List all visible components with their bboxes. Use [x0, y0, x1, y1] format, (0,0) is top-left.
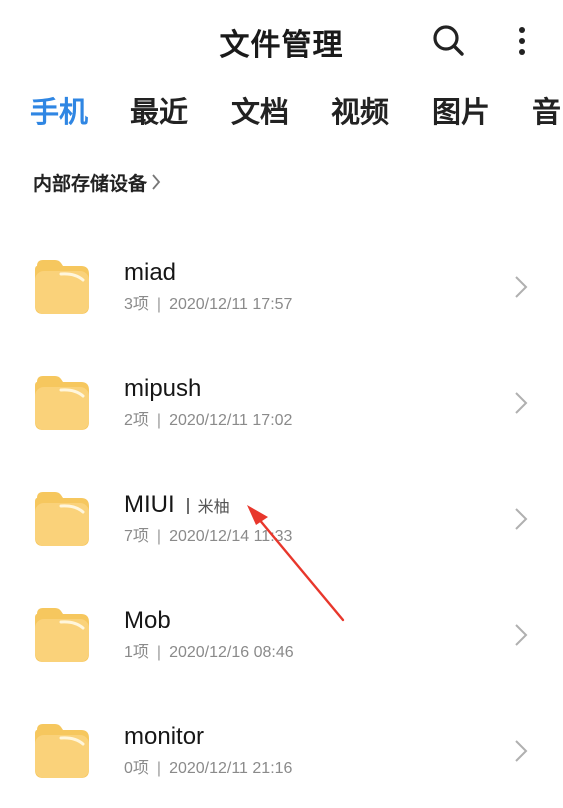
folder-name: mipush — [124, 375, 202, 402]
tag-separator — [186, 498, 189, 514]
folder-icon — [35, 492, 89, 546]
chevron-right-icon — [515, 624, 528, 646]
chevron-right-icon — [515, 508, 528, 530]
tab-recent[interactable]: 最近 — [130, 90, 188, 134]
tab-audio[interactable]: 音 — [532, 90, 561, 134]
item-count: 2项 — [124, 412, 149, 429]
chevron-right-icon — [515, 392, 528, 414]
list-item[interactable]: mipush 2项 | 2020/12/11 17:02 — [0, 344, 563, 460]
modified-date: 2020/12/11 21:16 — [169, 760, 293, 777]
folder-meta: 0项 | 2020/12/11 21:16 — [124, 760, 293, 777]
search-button[interactable] — [430, 22, 468, 60]
folder-name: miad — [124, 259, 177, 286]
tab-videos[interactable]: 视频 — [331, 90, 389, 134]
category-tabs: 手机 最近 文档 视频 图片 音 — [0, 90, 563, 138]
chevron-right-icon — [515, 740, 528, 762]
chevron-right-icon — [151, 171, 161, 199]
list-item[interactable]: Mob 1项 | 2020/12/16 08:46 — [0, 576, 563, 692]
folder-meta: 3项 | 2020/12/11 17:57 — [124, 296, 293, 313]
chevron-right-icon — [515, 276, 528, 298]
folder-meta: 7项 | 2020/12/14 11:33 — [124, 528, 293, 545]
item-count: 7项 — [124, 528, 149, 545]
more-vertical-icon — [519, 27, 525, 55]
tab-phone[interactable]: 手机 — [30, 90, 88, 134]
item-count: 1项 — [124, 644, 149, 661]
tab-documents[interactable]: 文档 — [231, 90, 289, 134]
folder-name: Mob — [124, 607, 171, 634]
tab-images[interactable]: 图片 — [432, 90, 490, 134]
list-item[interactable]: MIUI 米柚 7项 | 2020/12/14 11:33 — [0, 460, 563, 576]
list-item[interactable]: miad 3项 | 2020/12/11 17:57 — [0, 228, 563, 344]
modified-date: 2020/12/11 17:57 — [169, 296, 293, 313]
page-title: 文件管理 — [219, 28, 344, 63]
folder-meta: 1项 | 2020/12/16 08:46 — [124, 644, 294, 661]
app-header: 文件管理 — [0, 0, 563, 82]
item-count: 0项 — [124, 760, 149, 777]
more-options-button[interactable] — [510, 22, 534, 60]
item-count: 3项 — [124, 296, 149, 313]
list-item[interactable]: monitor 0项 | 2020/12/11 21:16 — [0, 692, 563, 808]
folder-meta: 2项 | 2020/12/11 17:02 — [124, 412, 293, 429]
folder-icon — [35, 608, 89, 662]
modified-date: 2020/12/14 11:33 — [169, 528, 293, 545]
breadcrumb[interactable]: 内部存储设备 — [33, 170, 161, 198]
search-icon — [433, 25, 464, 56]
modified-date: 2020/12/16 08:46 — [169, 644, 294, 661]
folder-alias-tag: 米柚 — [197, 497, 230, 516]
folder-name: MIUI — [124, 491, 175, 518]
folder-icon — [35, 376, 89, 430]
folder-name: monitor — [124, 723, 205, 750]
folder-icon — [35, 724, 89, 778]
folder-icon — [35, 260, 89, 314]
modified-date: 2020/12/11 17:02 — [169, 412, 293, 429]
folder-list: miad 3项 | 2020/12/11 17:57 mipush 2项 | 2020/… — [0, 228, 563, 808]
breadcrumb-label: 内部存储设备 — [33, 173, 148, 195]
